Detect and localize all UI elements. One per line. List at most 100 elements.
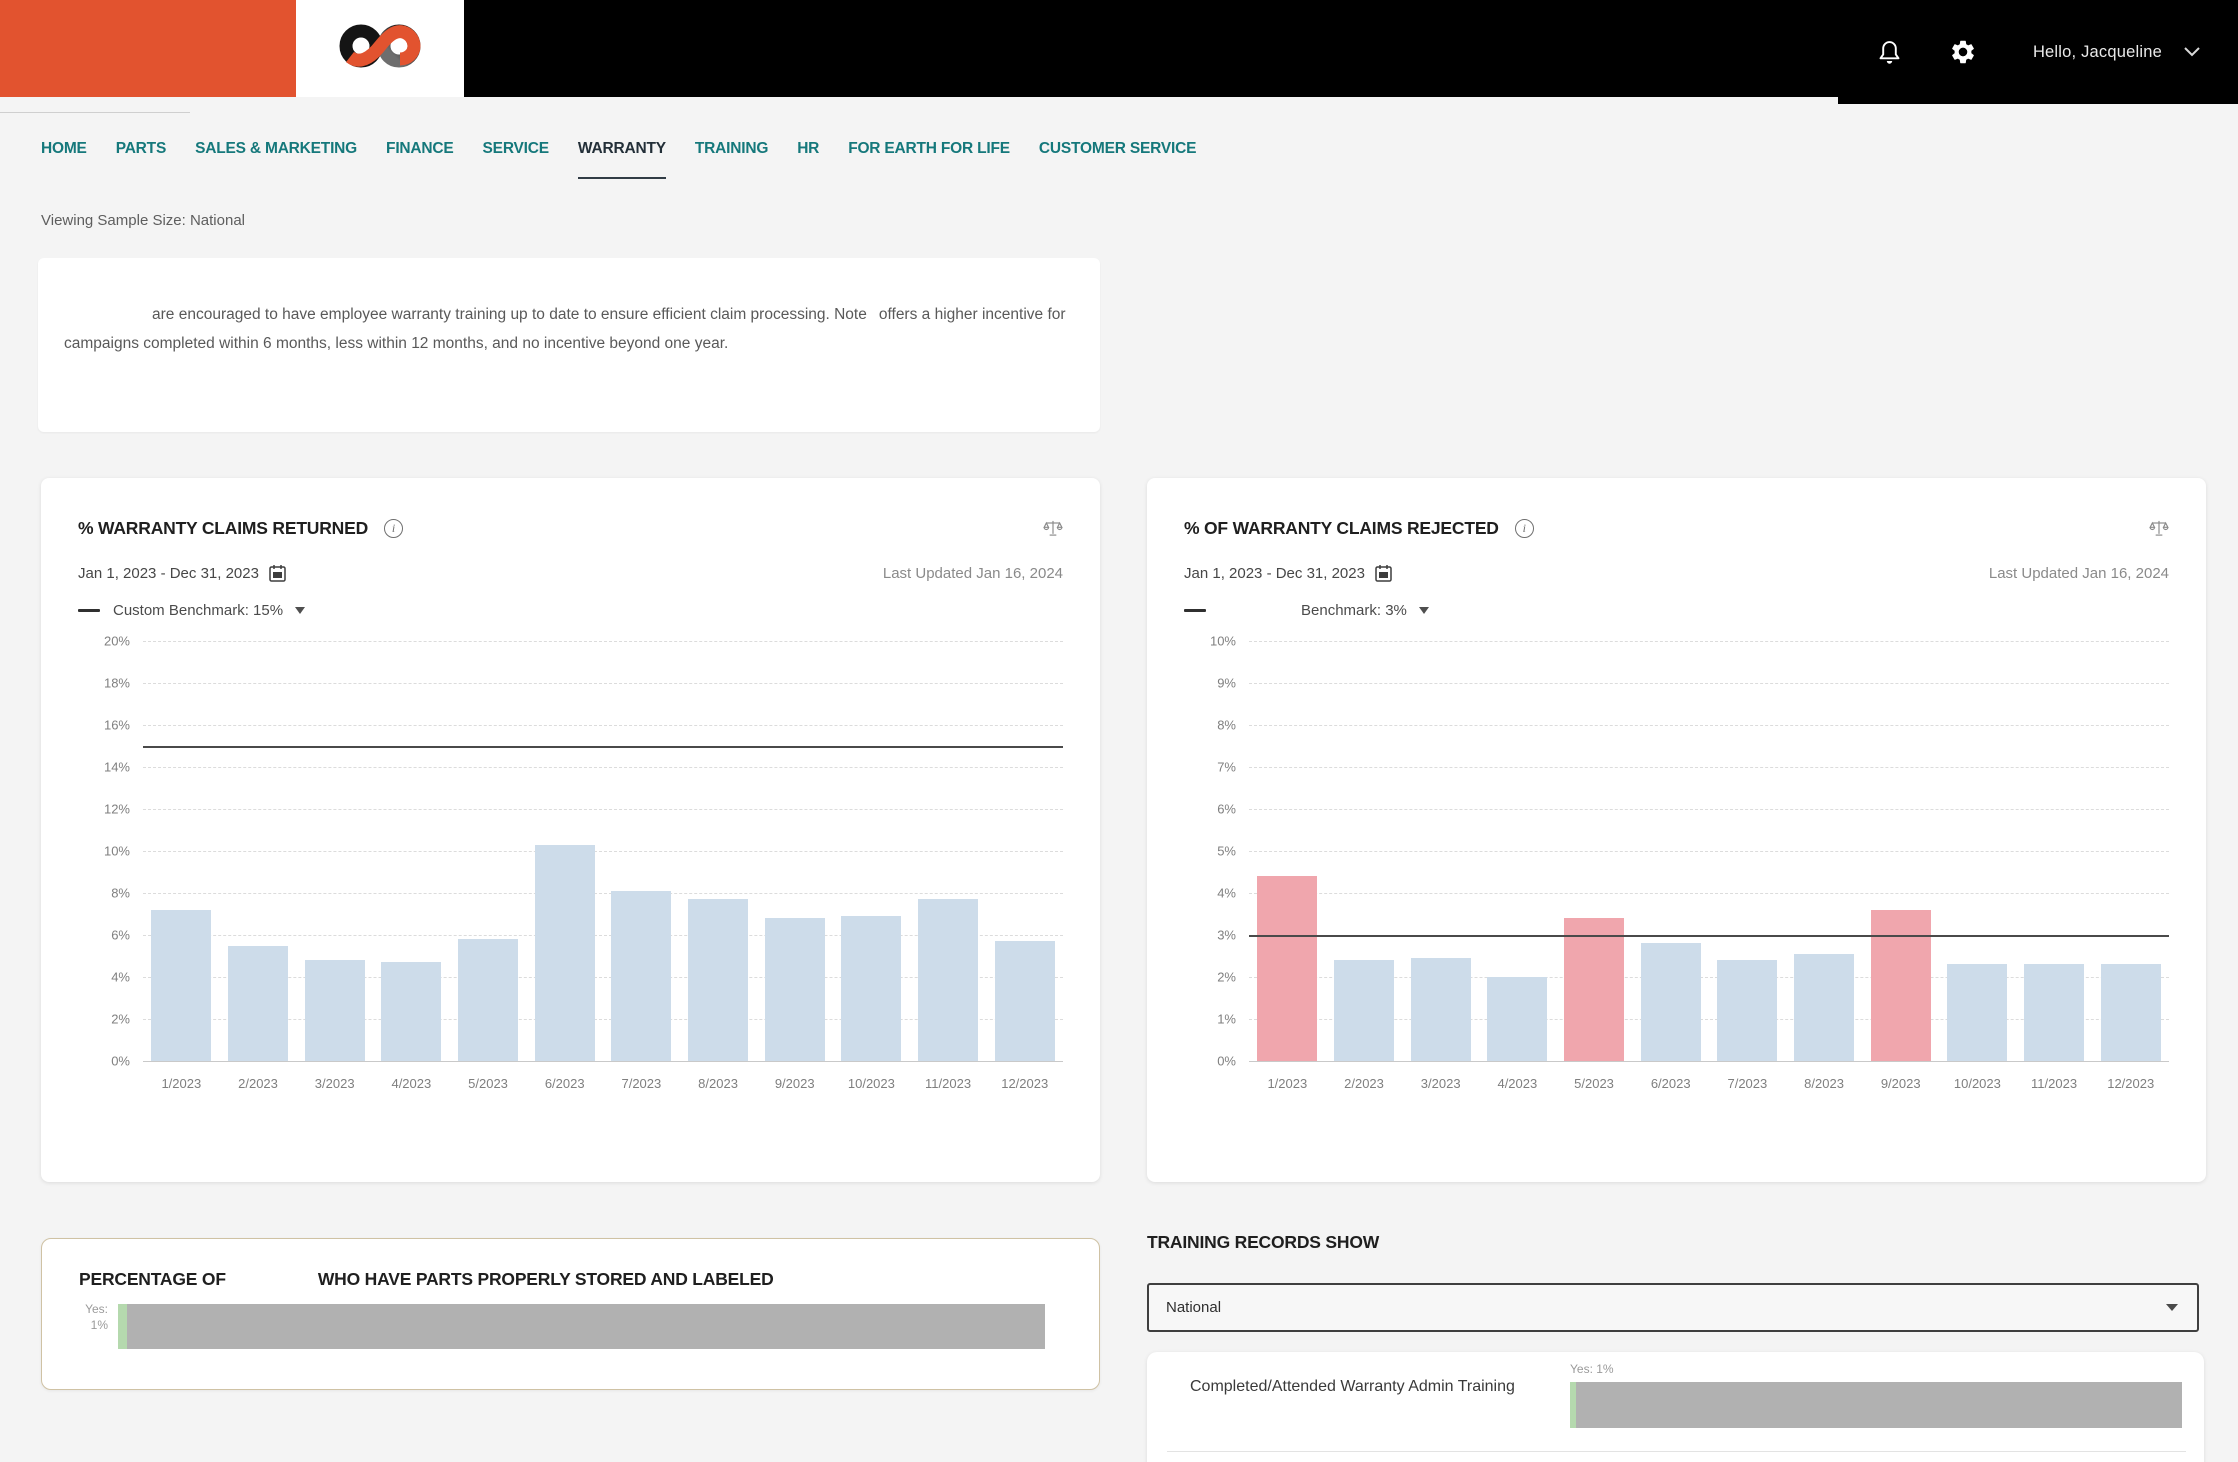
- tab-finance[interactable]: FINANCE: [386, 140, 454, 179]
- chevron-down-icon[interactable]: [2184, 47, 2200, 57]
- yes-percentage-bar: [118, 1304, 1045, 1349]
- bell-icon[interactable]: [1876, 37, 1903, 67]
- bar-slot: [833, 641, 910, 1061]
- bar-slot: [1326, 641, 1403, 1061]
- bar-series: [143, 641, 1063, 1061]
- x-axis-label: 2/2023: [220, 1076, 297, 1091]
- bar: [305, 960, 365, 1061]
- tab-for-earth-for-life[interactable]: FOR EARTH FOR LIFE: [848, 140, 1010, 179]
- tab-training[interactable]: TRAINING: [695, 140, 768, 179]
- training-row-label: Completed/Attended Warranty Admin Traini…: [1190, 1372, 1535, 1401]
- region-select-value: National: [1166, 1299, 1221, 1316]
- x-axis-label: 2/2023: [1326, 1076, 1403, 1091]
- x-axis-label: 12/2023: [986, 1076, 1063, 1091]
- bar: [611, 891, 671, 1061]
- benchmark-selector[interactable]: Custom Benchmark: 15%: [100, 602, 305, 619]
- header-underline: [0, 112, 190, 113]
- calendar-icon[interactable]: [1375, 564, 1392, 582]
- bar-slot: [143, 641, 220, 1061]
- caret-down-icon: [295, 607, 305, 614]
- y-axis-label: 6%: [78, 928, 130, 943]
- bar-slot: [756, 641, 833, 1061]
- tab-warranty[interactable]: WARRANTY: [578, 140, 666, 179]
- tab-service[interactable]: SERVICE: [483, 140, 549, 179]
- y-axis-label: 6%: [1184, 802, 1236, 817]
- tab-parts[interactable]: PARTS: [116, 140, 166, 179]
- bar: [535, 845, 595, 1061]
- x-axis-label: 1/2023: [143, 1076, 220, 1091]
- bar-slot: [296, 641, 373, 1061]
- benchmark-line: [143, 746, 1063, 748]
- claims-rejected-card: % OF WARRANTY CLAIMS REJECTED i Jan 1, 2…: [1147, 478, 2206, 1182]
- info-icon[interactable]: i: [1515, 519, 1534, 538]
- bar-slot: [2092, 641, 2169, 1061]
- y-axis-label: 10%: [78, 844, 130, 859]
- x-axis-label: 3/2023: [296, 1076, 373, 1091]
- bar-slot: [1939, 641, 2016, 1061]
- benchmark-legend-dash: [1184, 609, 1206, 612]
- x-axis-label: 5/2023: [1556, 1076, 1633, 1091]
- yes-percentage-bar: [1570, 1382, 2182, 1428]
- bar-label: Yes: 1%: [1570, 1362, 1614, 1376]
- bar-slot: [526, 641, 603, 1061]
- x-axis-label: 10/2023: [1939, 1076, 2016, 1091]
- y-axis-label: 8%: [78, 886, 130, 901]
- y-axis-label: 1%: [1184, 1012, 1236, 1027]
- y-axis-label: 7%: [1184, 760, 1236, 775]
- y-axis-label: 0%: [1184, 1054, 1236, 1069]
- tab-sales-marketing[interactable]: SALES & MARKETING: [195, 140, 357, 179]
- x-axis-label: 9/2023: [756, 1076, 833, 1091]
- benchmark-selector[interactable]: Benchmark: 3%: [1206, 602, 1429, 619]
- storage-card-title: PERCENTAGE OFWHO HAVE PARTS PROPERLY STO…: [79, 1269, 774, 1290]
- bar: [1794, 954, 1854, 1061]
- y-axis-label: 4%: [1184, 886, 1236, 901]
- parts-storage-card: PERCENTAGE OFWHO HAVE PARTS PROPERLY STO…: [41, 1238, 1100, 1390]
- bar-slot: [220, 641, 297, 1061]
- x-axis-label: 8/2023: [1786, 1076, 1863, 1091]
- bar-segment-yes: [118, 1304, 127, 1349]
- bar-slot: [373, 641, 450, 1061]
- x-axis-labels: 1/20232/20233/20234/20235/20236/20237/20…: [143, 1076, 1063, 1091]
- infinity-logo-icon: [337, 21, 423, 76]
- benchmark-scale-icon[interactable]: [1043, 518, 1063, 538]
- bar: [381, 962, 441, 1061]
- bar-slot: [2016, 641, 2093, 1061]
- tab-hr[interactable]: HR: [797, 140, 819, 179]
- y-axis-label: 2%: [78, 1012, 130, 1027]
- grid-line: [143, 1061, 1063, 1062]
- tab-customer-service[interactable]: CUSTOMER SERVICE: [1039, 140, 1196, 179]
- gear-icon[interactable]: [1949, 38, 1977, 66]
- benchmark-scale-icon[interactable]: [2149, 518, 2169, 538]
- notice-card: are encouraged to have employee warranty…: [38, 258, 1100, 432]
- calendar-icon[interactable]: [269, 564, 286, 582]
- x-axis-label: 11/2023: [2016, 1076, 2093, 1091]
- bar: [151, 910, 211, 1061]
- bar: [1717, 960, 1777, 1061]
- tab-home[interactable]: HOME: [41, 140, 87, 179]
- bar: [2024, 964, 2084, 1061]
- y-axis-label: 12%: [78, 802, 130, 817]
- y-axis-label: 3%: [1184, 928, 1236, 943]
- bar-slot: [1249, 641, 1326, 1061]
- x-axis-label: 4/2023: [373, 1076, 450, 1091]
- caret-down-icon: [2166, 1304, 2178, 1311]
- y-axis-label: 2%: [1184, 970, 1236, 985]
- bar: [1257, 876, 1317, 1061]
- bar-slot: [680, 641, 757, 1061]
- y-axis-label: 16%: [78, 718, 130, 733]
- bar: [1871, 910, 1931, 1061]
- user-greeting[interactable]: Hello, Jacqueline: [2033, 43, 2162, 62]
- region-select[interactable]: National: [1147, 1283, 2199, 1332]
- card-title: % OF WARRANTY CLAIMS REJECTED: [1184, 516, 1499, 540]
- app-header: Hello, Jacqueline: [0, 0, 2238, 97]
- bar: [995, 941, 1055, 1061]
- bar-slot: [1862, 641, 1939, 1061]
- bar: [841, 916, 901, 1061]
- x-axis-label: 6/2023: [526, 1076, 603, 1091]
- row-divider: [1167, 1451, 2186, 1452]
- caret-down-icon: [1419, 607, 1429, 614]
- x-axis-label: 8/2023: [680, 1076, 757, 1091]
- y-axis-label: 14%: [78, 760, 130, 775]
- training-records-heading: TRAINING RECORDS SHOW: [1147, 1232, 1379, 1253]
- info-icon[interactable]: i: [384, 519, 403, 538]
